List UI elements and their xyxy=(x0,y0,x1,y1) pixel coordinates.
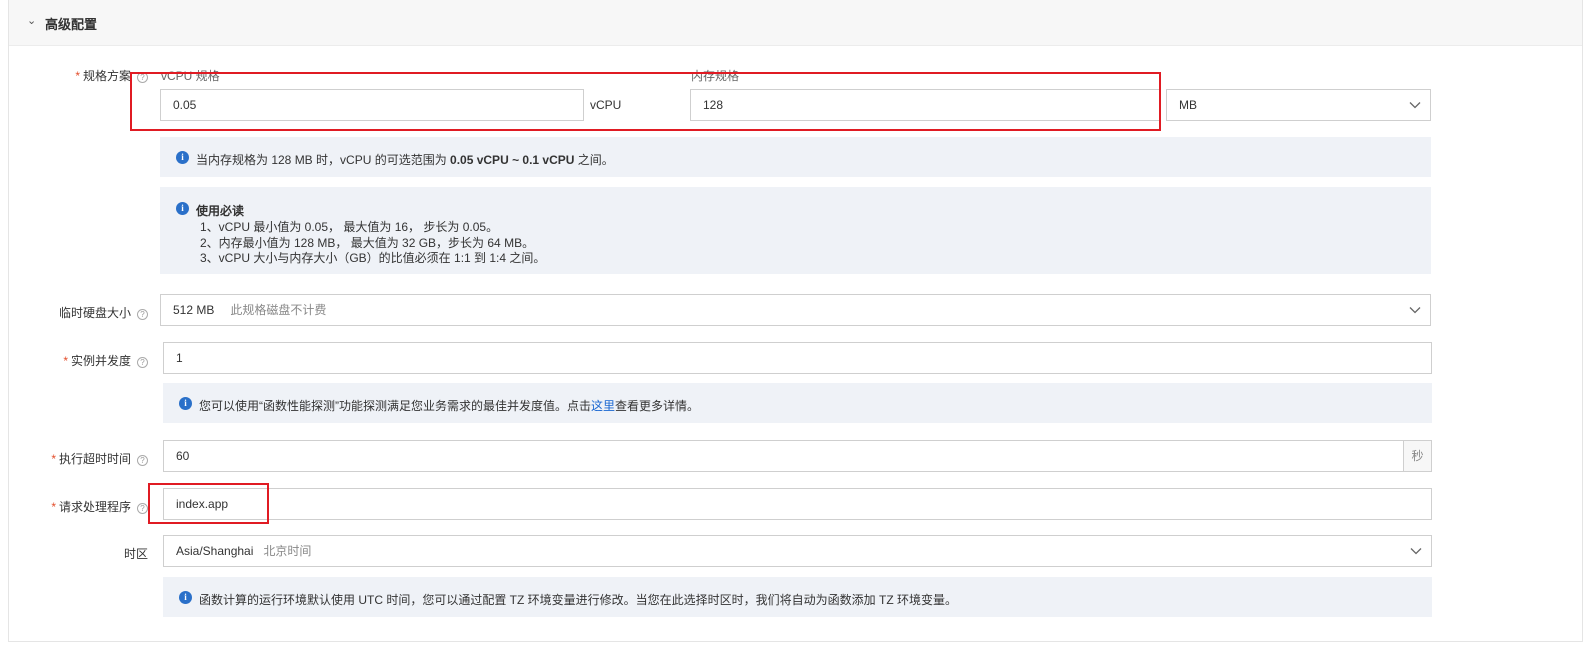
help-icon[interactable]: ? xyxy=(137,309,148,320)
info-icon: i xyxy=(176,151,189,164)
handler-input[interactable]: index.app xyxy=(163,488,1432,520)
timeout-unit: 秒 xyxy=(1403,440,1432,472)
required-mark: * xyxy=(51,452,56,466)
info-icon: i xyxy=(179,397,192,410)
concurrency-input[interactable]: 1 xyxy=(163,342,1432,374)
info-icon: i xyxy=(179,591,192,604)
notice-line: 1、vCPU 最小值为 0.05， 最大值为 16， 步长为 0.05。 xyxy=(200,220,499,234)
help-icon[interactable]: ? xyxy=(137,357,148,368)
notice-line: 3、vCPU 大小与内存大小（GB）的比值必须在 1:1 到 1:4 之间。 xyxy=(200,251,546,265)
highlight-box-handler xyxy=(148,483,269,524)
required-mark: * xyxy=(75,69,80,83)
notice-title: 使用必读 xyxy=(196,204,245,218)
vcpu-range-tip: i 当内存规格为 128 MB 时，vCPU 的可选范围为 0.05 vCPU … xyxy=(160,137,1431,177)
timeout-input[interactable]: 60 xyxy=(163,440,1404,472)
details-link[interactable]: 这里 xyxy=(591,399,615,413)
concurrency-tip: i 您可以使用“函数性能探测”功能探测满足您业务需求的最佳并发度值。点击这里查看… xyxy=(163,383,1432,423)
chevron-down-icon xyxy=(1408,303,1422,317)
help-icon[interactable]: ? xyxy=(137,503,148,514)
required-mark: * xyxy=(51,500,56,514)
memory-unit-select[interactable]: MB xyxy=(1166,89,1431,121)
concurrency-label: * 实例并发度? xyxy=(30,352,148,369)
timezone-select[interactable]: Asia/Shanghai 北京时间 xyxy=(163,535,1432,567)
chevron-down-icon xyxy=(1408,98,1422,112)
disk-label: 临时硬盘大小? xyxy=(30,304,148,321)
timezone-label: 时区 xyxy=(123,547,148,561)
handler-label: * 请求处理程序? xyxy=(30,498,148,515)
help-icon[interactable]: ? xyxy=(137,455,148,466)
required-mark: * xyxy=(63,354,68,368)
panel-header[interactable]: ⌄ 高级配置 xyxy=(9,0,1582,46)
disk-size-select[interactable]: 512 MB 此规格磁盘不计费 xyxy=(160,294,1431,326)
chevron-down-icon xyxy=(1409,544,1423,558)
usage-notice: i 使用必读 1、vCPU 最小值为 0.05， 最大值为 16， 步长为 0.… xyxy=(160,187,1431,274)
highlight-box-spec xyxy=(130,72,1161,131)
info-icon: i xyxy=(176,202,189,215)
timeout-label: * 执行超时时间? xyxy=(30,450,148,467)
chevron-down-icon[interactable]: ⌄ xyxy=(27,14,36,27)
panel-title: 高级配置 xyxy=(45,17,98,32)
timezone-tip: i 函数计算的运行环境默认使用 UTC 时间，您可以通过配置 TZ 环境变量进行… xyxy=(163,577,1432,617)
